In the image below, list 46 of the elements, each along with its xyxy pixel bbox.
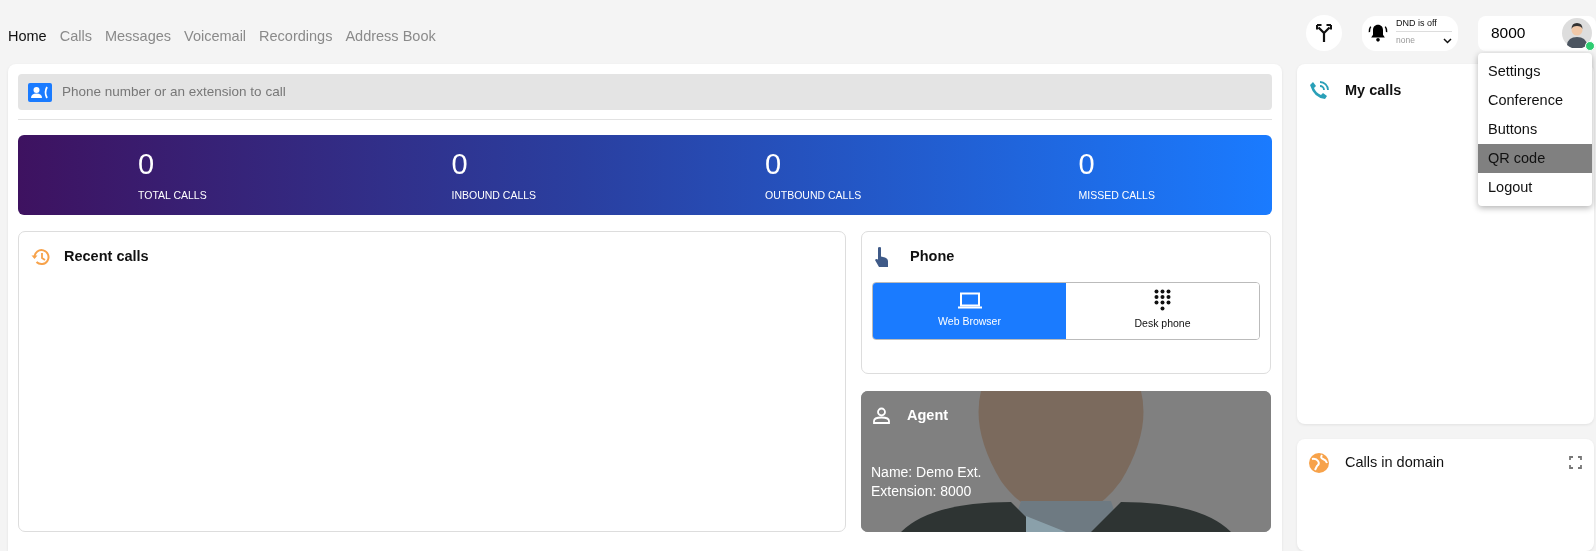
stat-value: 0 — [138, 150, 155, 179]
menu-item[interactable]: QR code — [1478, 144, 1592, 173]
person-icon — [873, 407, 890, 425]
chevron-down-icon — [1443, 37, 1452, 44]
stat-value: 0 — [1078, 150, 1095, 179]
menu-item[interactable]: Settings — [1478, 57, 1592, 86]
nav-tab[interactable]: Address Book — [345, 18, 436, 48]
stat-label: TOTAL CALLS — [138, 188, 207, 203]
menu-item[interactable]: Conference — [1478, 86, 1592, 115]
contact-phone-icon — [28, 82, 52, 102]
avatar-icon — [1562, 18, 1592, 48]
nav-tab[interactable]: Home — [8, 18, 47, 48]
dial-bar[interactable]: Phone number or an extension to call — [18, 74, 1272, 110]
globe-icon — [1309, 452, 1329, 473]
nav-tab[interactable]: Recordings — [259, 18, 333, 48]
menu-item[interactable]: Logout — [1478, 173, 1592, 202]
stat-label: INBOUND CALLS — [451, 188, 537, 203]
call-routing-button[interactable] — [1306, 15, 1342, 51]
phone-ringing-icon — [1309, 80, 1329, 101]
nav-tab[interactable]: Voicemail — [184, 18, 247, 48]
stat-label: MISSED CALLS — [1078, 188, 1155, 203]
fullscreen-icon[interactable] — [1569, 456, 1582, 470]
stat-value: 0 — [451, 150, 468, 179]
agent-extension: Extension: 8000 — [870, 481, 973, 501]
history-icon — [31, 246, 51, 267]
keypad-icon — [1154, 289, 1171, 312]
touch-hand-icon — [874, 246, 889, 268]
agent-name: Name: Demo Ext. — [870, 462, 983, 482]
split-arrow-icon — [1316, 24, 1332, 42]
dnd-select[interactable]: none — [1396, 31, 1452, 47]
card-title: My calls — [1345, 81, 1402, 100]
nav-tab[interactable]: Calls — [59, 18, 92, 48]
user-menu-button[interactable]: 8000 — [1478, 15, 1596, 51]
dial-field[interactable]: Phone number or an extension to call — [60, 80, 1262, 104]
card-title: Agent — [907, 406, 949, 425]
laptop-icon — [957, 291, 982, 309]
phone-mode-button[interactable]: Web Browser — [873, 282, 1066, 339]
menu-item[interactable]: Buttons — [1478, 115, 1592, 144]
stat-value: 0 — [765, 150, 782, 179]
bell-icon — [1368, 23, 1388, 43]
dnd-status: DND is off — [1396, 19, 1438, 29]
nav-tab[interactable]: Messages — [104, 18, 171, 48]
card-title: Calls in domain — [1345, 453, 1445, 472]
card-title: Phone — [910, 247, 955, 266]
stat-label: OUTBOUND CALLS — [765, 188, 862, 203]
card-title: Recent calls — [64, 247, 149, 266]
